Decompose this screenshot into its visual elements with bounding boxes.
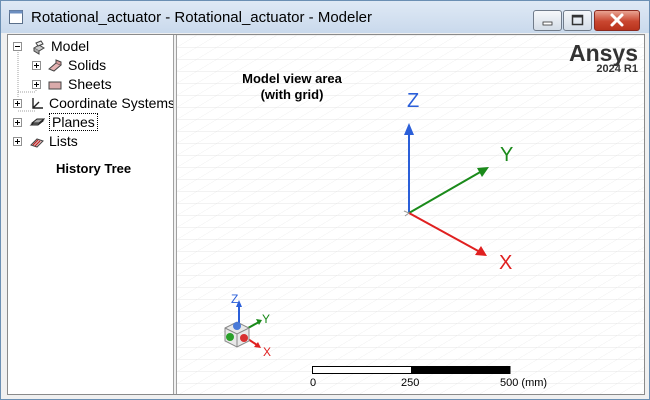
sheets-icon bbox=[48, 81, 62, 90]
history-tree-panel: Model Solids Sheets Coordinate Systems P… bbox=[8, 35, 176, 394]
expand-toggle[interactable] bbox=[13, 137, 22, 146]
expand-toggle[interactable] bbox=[32, 61, 41, 70]
tree-node-label: Model bbox=[51, 38, 90, 54]
tree-node-coordinate-systems[interactable]: Coordinate Systems bbox=[13, 95, 176, 113]
tree-node-solids[interactable]: Solids bbox=[32, 57, 132, 75]
main-content: Model Solids Sheets Coordinate Systems P… bbox=[7, 34, 645, 395]
maximize-button[interactable] bbox=[563, 10, 592, 31]
expand-toggle[interactable] bbox=[32, 80, 41, 89]
model-icon bbox=[33, 40, 45, 55]
history-tree-caption: History Tree bbox=[56, 161, 132, 176]
view-orientation-triad[interactable]: Z Y X bbox=[177, 35, 307, 394]
tree-node-label: Sheets bbox=[68, 76, 112, 92]
maximize-icon bbox=[571, 14, 584, 26]
minimize-button[interactable] bbox=[533, 10, 562, 31]
modeler-window: Rotational_actuator - Rotational_actuato… bbox=[0, 0, 650, 400]
close-icon bbox=[610, 13, 624, 27]
expand-toggle[interactable] bbox=[13, 118, 22, 127]
tree-node-sheets[interactable]: Sheets bbox=[32, 76, 132, 94]
solids-icon bbox=[48, 59, 62, 72]
tree-node-model[interactable]: Model bbox=[13, 38, 133, 56]
scale-end: 500 (mm) bbox=[500, 377, 548, 389]
scale-start: 0 bbox=[310, 377, 317, 389]
triad-y-label: Y bbox=[262, 312, 270, 326]
z-axis-label: Z bbox=[407, 90, 419, 112]
app-window-icon bbox=[9, 10, 23, 24]
z-arrow-icon bbox=[404, 123, 414, 135]
expand-toggle[interactable] bbox=[13, 99, 22, 108]
y-axis-label: Y bbox=[500, 144, 513, 166]
x-axis-label: X bbox=[499, 252, 512, 274]
tree-node-planes[interactable]: Planes bbox=[13, 113, 113, 132]
scale-mid: 250 bbox=[401, 377, 420, 389]
collapse-toggle[interactable] bbox=[13, 42, 22, 51]
tree-node-lists[interactable]: Lists bbox=[13, 133, 113, 151]
coordinate-system-icon bbox=[32, 98, 43, 109]
tree-node-label: Coordinate Systems bbox=[49, 95, 176, 111]
tree-node-label: Planes bbox=[49, 113, 98, 131]
x-axis bbox=[408, 212, 481, 253]
tree-node-label: Solids bbox=[68, 57, 107, 73]
y-axis bbox=[408, 170, 483, 214]
triad-x-label: X bbox=[263, 345, 271, 359]
title-bar[interactable]: Rotational_actuator - Rotational_actuato… bbox=[1, 1, 649, 33]
window-title: Rotational_actuator - Rotational_actuato… bbox=[31, 9, 373, 26]
triad-z-label: Z bbox=[231, 292, 238, 306]
planes-icon bbox=[29, 118, 45, 126]
minimize-icon bbox=[542, 21, 553, 26]
lists-icon bbox=[30, 138, 44, 148]
close-button[interactable] bbox=[594, 10, 640, 31]
tree-node-label: Lists bbox=[49, 133, 78, 149]
model-view-area[interactable]: Model view area (with grid) Ansys 2024 R… bbox=[177, 35, 644, 394]
